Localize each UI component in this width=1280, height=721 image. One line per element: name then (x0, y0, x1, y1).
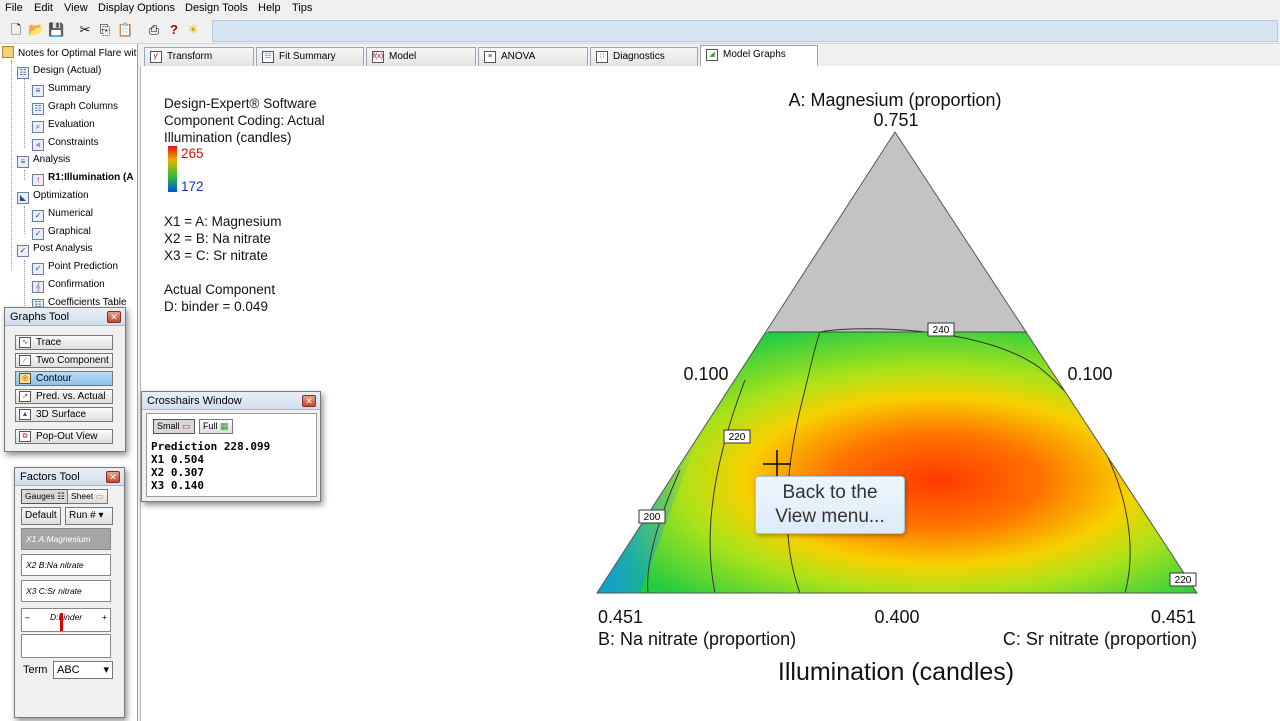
right-edge-value: 0.100 (1067, 364, 1112, 384)
factor-x3-sr-nitrate[interactable]: X3 C:Sr nitrate (21, 580, 111, 602)
3d-surface-button[interactable]: ▲ 3D Surface (15, 407, 113, 422)
chevron-down-icon: ▾ (103, 664, 109, 676)
trace-button[interactable]: ∿ Trace (15, 335, 113, 350)
trace-icon: ∿ (19, 337, 31, 348)
back-to-view-menu-callout[interactable]: Back to the View menu... (755, 476, 905, 534)
pred-vs-actual-icon: ↗ (19, 391, 31, 402)
factor-x2-na-nitrate[interactable]: X2 B:Na nitrate (21, 554, 111, 576)
bottom-left-axis-label: B: Na nitrate (proportion) (598, 629, 796, 649)
contour-button[interactable]: ◎ Contour (15, 371, 113, 386)
graphs-tool-title: Graphs Tool ✕ (5, 308, 125, 326)
contour-label-220-right: 220 (1169, 572, 1197, 587)
pop-out-icon: ⧉ (19, 431, 31, 442)
graphs-tool-window[interactable]: Graphs Tool ✕ ∿ Trace ∕ Two Component ◎ Cont… (4, 307, 126, 452)
factors-tool-window[interactable]: Factors Tool ✕ Gauges ☷ Sheet ▭ Default R… (14, 467, 125, 718)
gauges-icon: ☷ (57, 491, 65, 501)
pop-out-view-button[interactable]: ⧉ Pop-Out View (15, 429, 113, 444)
top-axis-title: A: Magnesium (proportion) (788, 90, 1001, 110)
infeasible-region (597, 132, 1197, 332)
pred-vs-actual-button[interactable]: ↗ Pred. vs. Actual (15, 389, 113, 404)
crosshairs-x1: X1 0.504 (151, 453, 204, 466)
small-view-icon: ▭ (182, 421, 191, 431)
svg-text:220: 220 (1175, 575, 1192, 586)
sheet-button[interactable]: Sheet ▭ (67, 489, 108, 504)
crosshairs-x3: X3 0.140 (151, 479, 204, 492)
factors-tool-title: Factors Tool ✕ (15, 468, 124, 486)
sheet-icon: ▭ (95, 491, 104, 501)
crosshairs-window[interactable]: Crosshairs Window ✕ Small ▭ Full ▦ Predic… (141, 391, 321, 502)
full-view-button[interactable]: Full ▦ (199, 419, 233, 434)
factor-x1-magnesium[interactable]: X1 A:Magnesium (21, 528, 111, 550)
term-dropdown[interactable]: ABC ▾ (53, 661, 113, 679)
bottom-left-value: 0.451 (598, 607, 643, 627)
contour-label-240: 240 (927, 322, 955, 337)
bottom-right-axis-label: C: Sr nitrate (proportion) (1003, 629, 1197, 649)
bottom-right-value: 0.451 (1151, 607, 1196, 627)
crosshairs-content: Small ▭ Full ▦ Prediction 228.099 X1 0.5… (146, 413, 317, 497)
binder-slider-handle[interactable] (60, 613, 63, 631)
term-label: Term (23, 664, 48, 676)
svg-text:220: 220 (729, 432, 746, 443)
crosshairs-title: Crosshairs Window ✕ (142, 392, 320, 410)
close-icon[interactable]: ✕ (107, 311, 121, 323)
close-icon[interactable]: ✕ (106, 471, 120, 483)
contour-icon: ◎ (19, 373, 31, 384)
factor-value-box (21, 634, 111, 658)
crosshairs-prediction: Prediction 228.099 (151, 440, 271, 453)
gauges-button[interactable]: Gauges ☷ (21, 489, 69, 504)
top-vertex-value: 0.751 (873, 110, 918, 130)
default-button[interactable]: Default (21, 507, 61, 525)
ternary-contour-plot[interactable]: 240 220 200 220 A: Magnesium (proportion… (0, 0, 1280, 721)
graph-title: Illumination (candles) (778, 658, 1014, 686)
full-view-icon: ▦ (220, 421, 229, 431)
contour-label-220-left: 220 (723, 429, 751, 444)
close-icon[interactable]: ✕ (302, 395, 316, 407)
left-edge-value: 0.100 (683, 364, 728, 384)
chevron-down-icon: ▾ (98, 510, 104, 521)
two-component-button[interactable]: ∕ Two Component (15, 353, 113, 368)
small-view-button[interactable]: Small ▭ (153, 419, 195, 434)
contour-label-200: 200 (638, 509, 666, 524)
svg-text:240: 240 (933, 325, 950, 336)
binder-slider[interactable]: – D:binder + (21, 608, 111, 632)
run-number-dropdown[interactable]: Run # ▾ (65, 507, 113, 525)
svg-text:200: 200 (644, 512, 661, 523)
two-component-icon: ∕ (19, 355, 31, 366)
bottom-mid-value: 0.400 (874, 607, 919, 627)
crosshairs-x2: X2 0.307 (151, 466, 204, 479)
surface-3d-icon: ▲ (19, 409, 31, 420)
